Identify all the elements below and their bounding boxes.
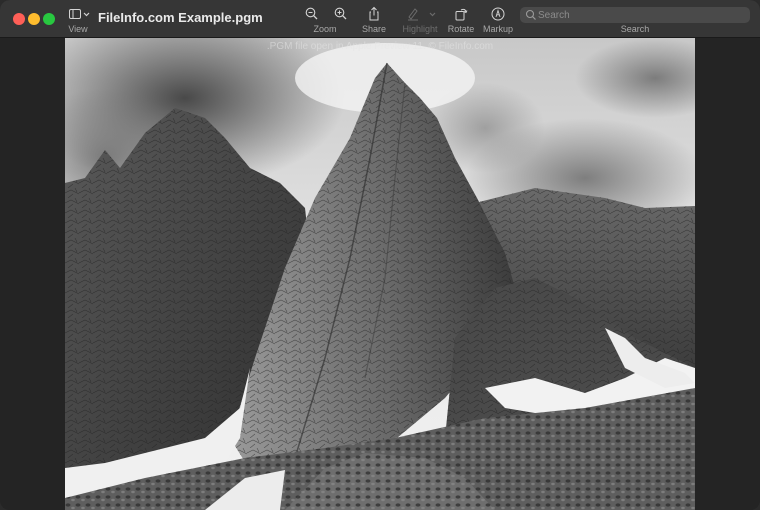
search-input[interactable] xyxy=(538,7,743,23)
view-label: View xyxy=(68,24,88,34)
watermark: .PGM file open in Apple Preview 11. © Fi… xyxy=(266,41,494,52)
mountain-photo: .PGM file open in Apple Preview 11. © Fi… xyxy=(65,38,695,510)
fullscreen-window-button[interactable] xyxy=(43,13,55,25)
highlight-button[interactable]: Highlight xyxy=(402,0,438,37)
zoom-control: Zoom xyxy=(300,0,350,37)
zoom-label: Zoom xyxy=(313,24,337,34)
rotate-label: Rotate xyxy=(447,24,475,34)
highlighter-icon xyxy=(408,8,436,21)
close-window-button[interactable] xyxy=(13,13,25,25)
minimize-window-button[interactable] xyxy=(28,13,40,25)
search-label: Search xyxy=(620,24,650,34)
search-icon xyxy=(525,9,536,20)
sidebar-icon xyxy=(69,9,90,19)
toolbar: View FileInfo.com Example.pgm Zoom Share… xyxy=(0,0,760,38)
view-button[interactable]: View xyxy=(68,0,92,37)
markup-icon xyxy=(491,7,505,21)
share-button[interactable]: Share xyxy=(362,0,386,37)
document-area: .PGM file open in Apple Preview 11. © Fi… xyxy=(0,38,760,510)
window-title: FileInfo.com Example.pgm xyxy=(98,10,263,25)
search-field[interactable] xyxy=(520,7,750,23)
rotate-button[interactable]: Rotate xyxy=(447,0,475,37)
rotate-icon xyxy=(455,8,468,21)
zoom-in-icon[interactable] xyxy=(333,6,349,22)
markup-label: Markup xyxy=(482,24,514,34)
share-label: Share xyxy=(361,24,387,34)
markup-button[interactable]: Markup xyxy=(482,0,514,37)
mountain-image xyxy=(65,38,695,510)
preview-window: View FileInfo.com Example.pgm Zoom Share… xyxy=(0,0,760,510)
highlight-label: Highlight xyxy=(402,24,438,34)
zoom-out-icon[interactable] xyxy=(304,6,320,22)
share-icon xyxy=(369,6,379,21)
